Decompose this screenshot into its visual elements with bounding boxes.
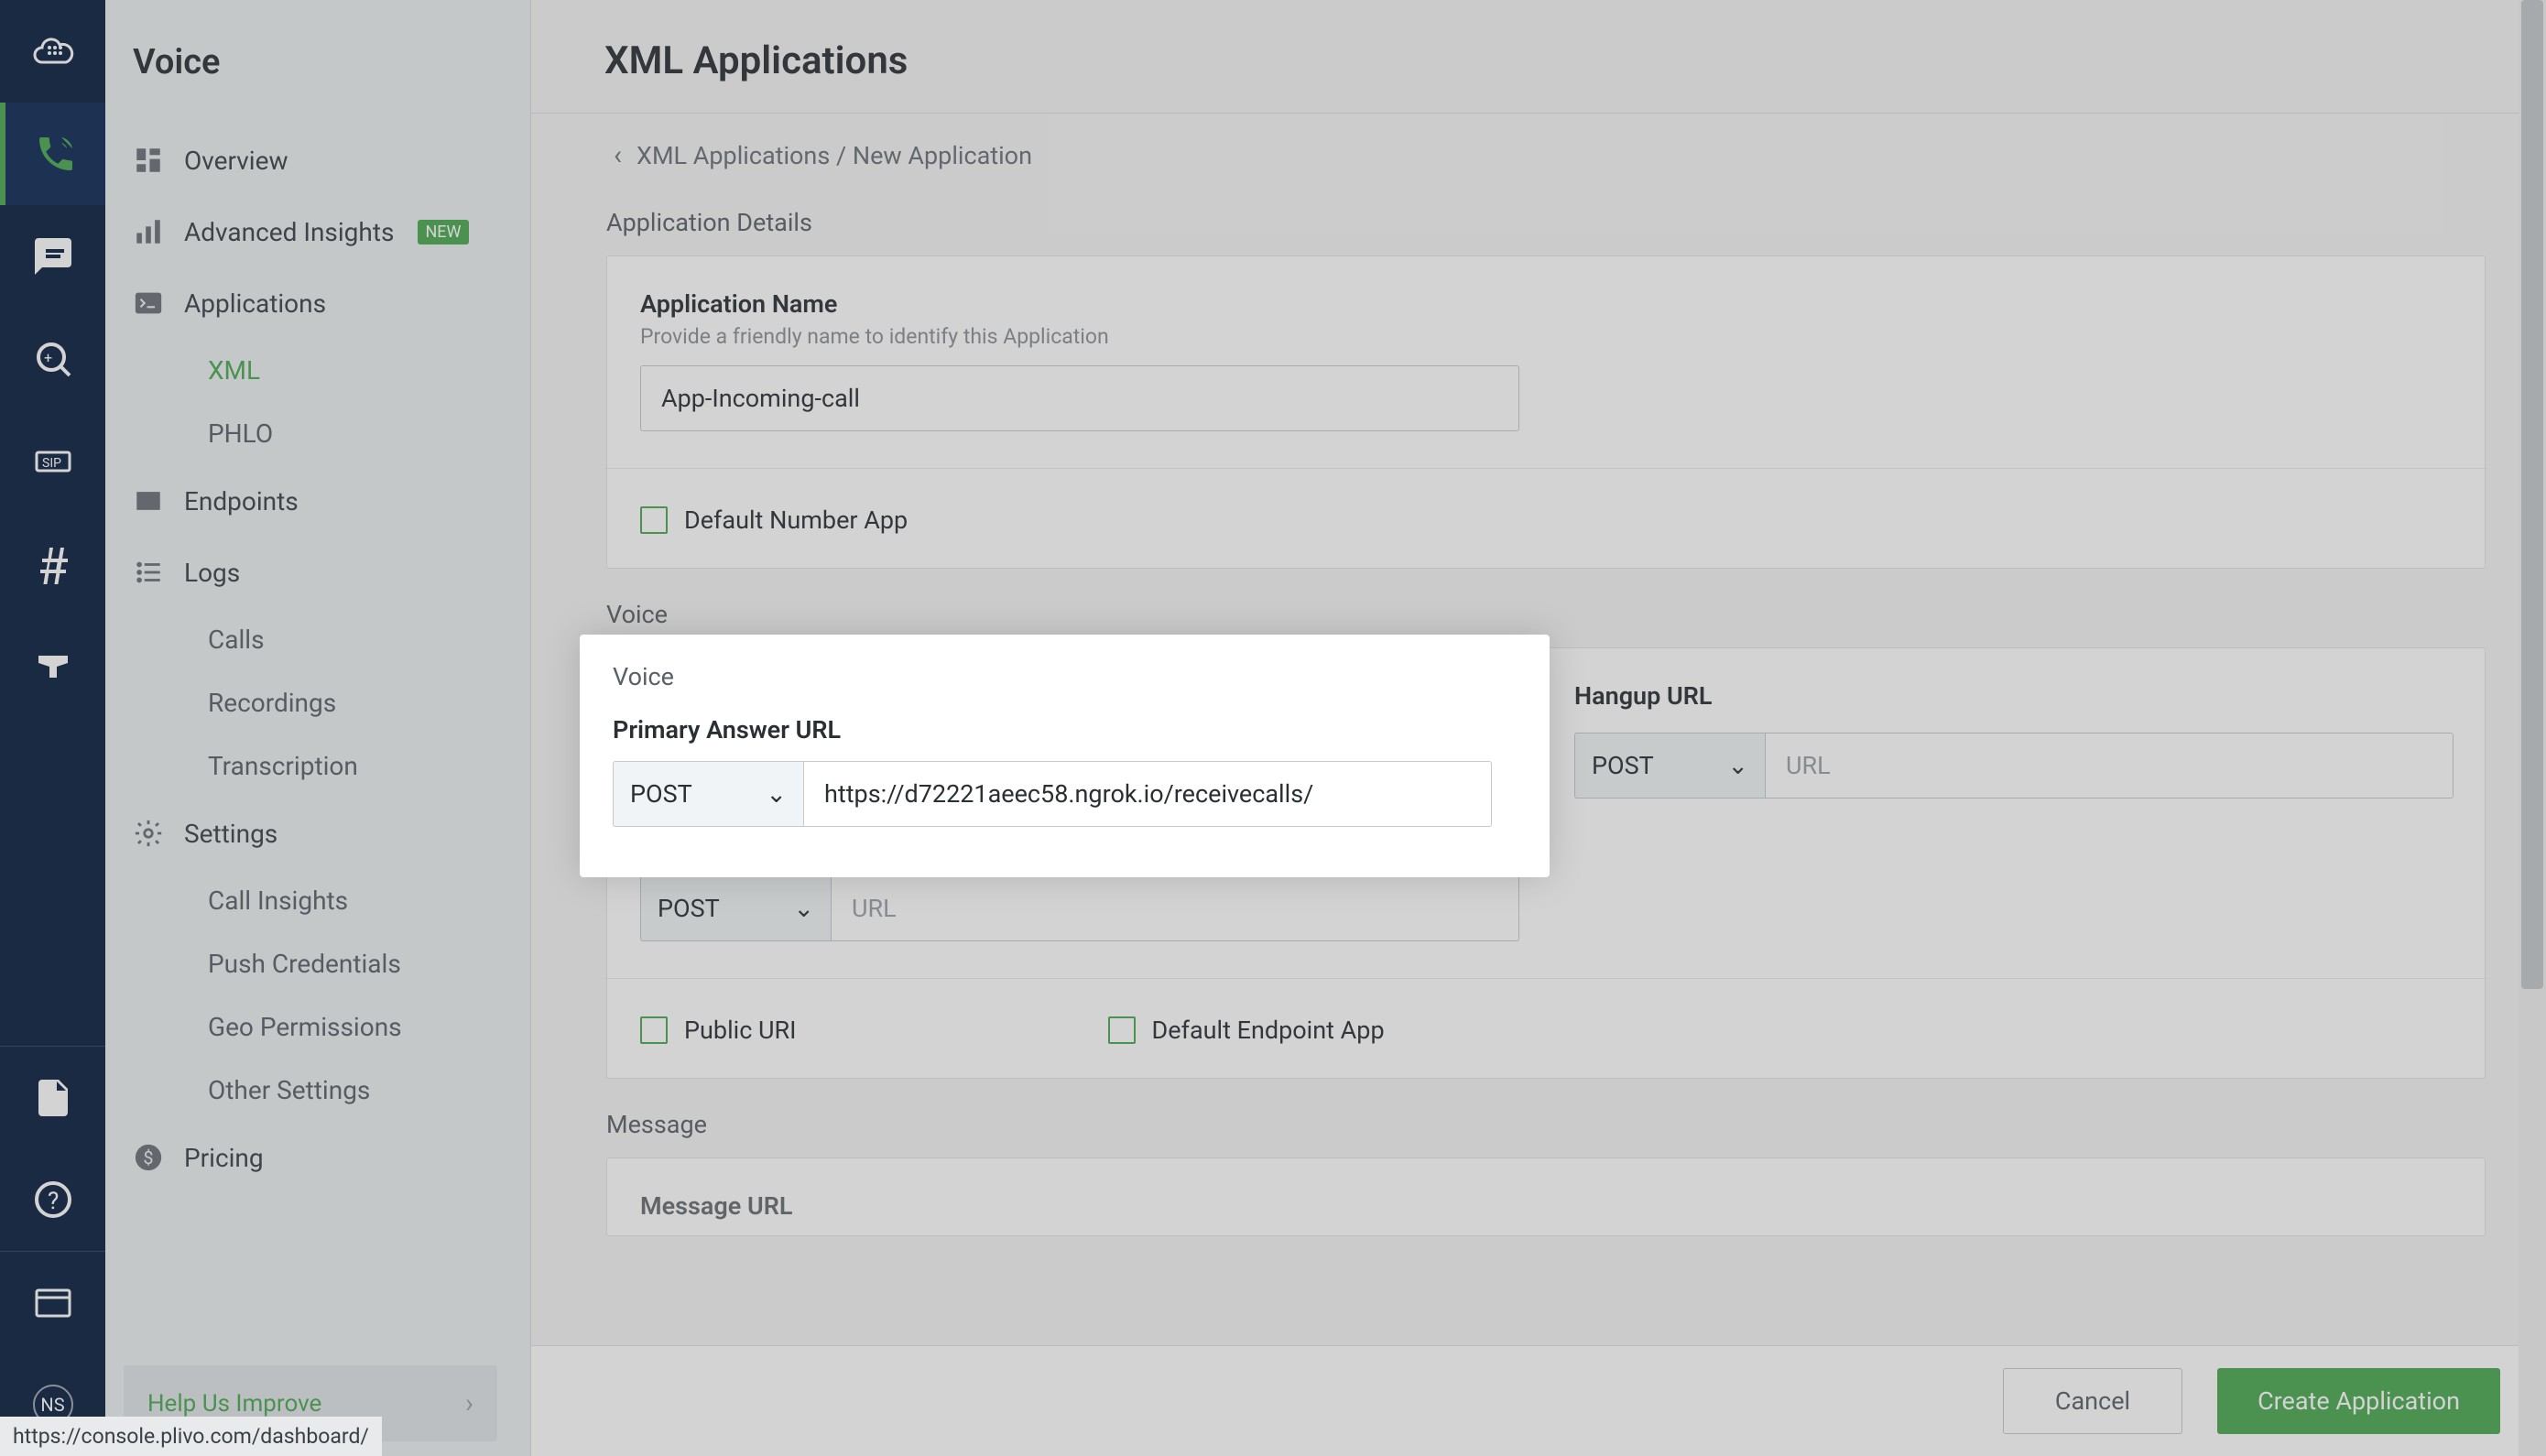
default-endpoint-label: Default Endpoint App — [1152, 1016, 1385, 1045]
app-name-input[interactable] — [640, 365, 1519, 431]
public-uri-label: Public URI — [684, 1016, 797, 1045]
voice-section-label: Voice — [606, 600, 2500, 629]
nav-logs[interactable]: Logs — [105, 537, 530, 608]
voice-icon[interactable] — [0, 103, 105, 205]
terminal-icon — [133, 288, 164, 319]
chevron-down-icon: ⌄ — [766, 779, 787, 809]
new-badge: NEW — [418, 220, 468, 244]
nav-overview-label: Overview — [184, 146, 288, 176]
nav-calls[interactable]: Calls — [105, 608, 530, 671]
default-number-label: Default Number App — [684, 505, 908, 535]
svg-text:?: ? — [48, 1188, 59, 1215]
status-bar-url: https://console.plivo.com/dashboard/ — [0, 1417, 382, 1456]
nav-settings-label: Settings — [184, 819, 277, 849]
fallback-url-input[interactable] — [831, 875, 1519, 941]
inbox-icon — [133, 485, 164, 516]
list-icon — [133, 557, 164, 588]
breadcrumb[interactable]: ‹ XML Applications / New Application — [531, 114, 2546, 190]
hangup-method-value: POST — [1592, 751, 1654, 780]
checkbox-icon — [640, 1016, 668, 1044]
nav-endpoints-label: Endpoints — [184, 486, 299, 516]
public-uri-checkbox-row[interactable]: Public URI — [640, 1016, 797, 1045]
svg-text:$: $ — [143, 1147, 153, 1168]
fallback-method-select[interactable]: POST ⌄ — [640, 875, 831, 941]
svg-text:+: + — [44, 349, 52, 366]
default-endpoint-checkbox-row[interactable]: Default Endpoint App — [1108, 1016, 1385, 1045]
nav-call-insights[interactable]: Call Insights — [105, 869, 530, 932]
app-details-card: Application Name Provide a friendly name… — [606, 255, 2486, 569]
highlight-voice-primary: Voice Primary Answer URL POST ⌄ — [580, 635, 1550, 877]
chevron-left-icon: ‹ — [614, 139, 622, 171]
nav-transcription[interactable]: Transcription — [105, 734, 530, 798]
sip-icon[interactable]: SIP — [0, 410, 105, 513]
scrollbar-thumb[interactable] — [2521, 0, 2543, 989]
chevron-down-icon: ⌄ — [1727, 751, 1748, 780]
dashboard-icon — [133, 145, 164, 176]
app-details-section-label: Application Details — [606, 208, 2500, 237]
chevron-right-icon: › — [465, 1387, 473, 1419]
docs-icon[interactable] — [0, 1046, 105, 1148]
checkbox-icon — [640, 506, 668, 534]
nav-recordings[interactable]: Recordings — [105, 671, 530, 734]
checkbox-icon — [1108, 1016, 1136, 1044]
nav-xml[interactable]: XML — [105, 339, 530, 402]
nav-advanced-insights[interactable]: Advanced Insights NEW — [105, 196, 530, 267]
scrollbar-track[interactable] — [2519, 0, 2546, 1456]
svg-text:SIP: SIP — [42, 456, 61, 471]
highlight-primary-url-input[interactable] — [803, 761, 1492, 827]
app-name-label: Application Name — [640, 289, 2452, 319]
highlight-method-select[interactable]: POST ⌄ — [613, 761, 803, 827]
message-section-label: Message — [606, 1110, 2500, 1139]
nav-settings[interactable]: Settings — [105, 798, 530, 869]
nav-logs-label: Logs — [184, 558, 240, 588]
nav-other-settings[interactable]: Other Settings — [105, 1059, 530, 1122]
icon-sidebar: + SIP ? NS — [0, 0, 105, 1456]
nav-endpoints[interactable]: Endpoints — [105, 465, 530, 537]
zentrunk-icon[interactable] — [0, 615, 105, 718]
nav-applications-label: Applications — [184, 288, 326, 319]
billing-icon[interactable] — [0, 1251, 105, 1353]
page-title: XML Applications — [531, 0, 2546, 114]
highlight-primary-label: Primary Answer URL — [613, 715, 1517, 744]
footer-bar: Cancel Create Application — [531, 1345, 2546, 1456]
nav-phlo[interactable]: PHLO — [105, 402, 530, 465]
bar-chart-icon — [133, 216, 164, 247]
dollar-icon: $ — [133, 1142, 164, 1173]
hangup-method-select[interactable]: POST ⌄ — [1574, 733, 1765, 799]
highlight-voice-label: Voice — [613, 662, 1517, 691]
nav-advanced-insights-label: Advanced Insights — [184, 217, 394, 247]
message-url-label: Message URL — [640, 1191, 2452, 1221]
highlight-method-value: POST — [630, 779, 692, 809]
cloud-apps-icon[interactable] — [0, 0, 105, 103]
nav-pricing[interactable]: $ Pricing — [105, 1122, 530, 1193]
nav-overview[interactable]: Overview — [105, 125, 530, 196]
hangup-url-input[interactable] — [1765, 733, 2454, 799]
default-number-checkbox-row[interactable]: Default Number App — [640, 505, 2452, 535]
app-name-hint: Provide a friendly name to identify this… — [640, 324, 2452, 349]
nav-applications[interactable]: Applications — [105, 267, 530, 339]
breadcrumb-text: XML Applications / New Application — [636, 141, 1032, 170]
nav-push-credentials[interactable]: Push Credentials — [105, 932, 530, 995]
create-application-button[interactable]: Create Application — [2217, 1368, 2500, 1434]
chevron-down-icon: ⌄ — [793, 894, 814, 923]
cancel-button[interactable]: Cancel — [2003, 1368, 2182, 1434]
hangup-url-label: Hangup URL — [1574, 681, 2454, 711]
gear-icon — [133, 818, 164, 849]
nav-geo-permissions[interactable]: Geo Permissions — [105, 995, 530, 1059]
messaging-icon[interactable] — [0, 205, 105, 308]
fallback-method-value: POST — [658, 894, 720, 923]
nav-pricing-label: Pricing — [184, 1143, 264, 1173]
help-icon[interactable]: ? — [0, 1148, 105, 1251]
lookup-icon[interactable]: + — [0, 308, 105, 410]
message-card: Message URL — [606, 1157, 2486, 1236]
numbers-icon[interactable] — [0, 513, 105, 615]
nav-sidebar: Voice Overview Advanced Insights NEW App… — [105, 0, 531, 1456]
help-improve-label: Help Us Improve — [147, 1390, 321, 1418]
nav-title: Voice — [105, 0, 530, 125]
